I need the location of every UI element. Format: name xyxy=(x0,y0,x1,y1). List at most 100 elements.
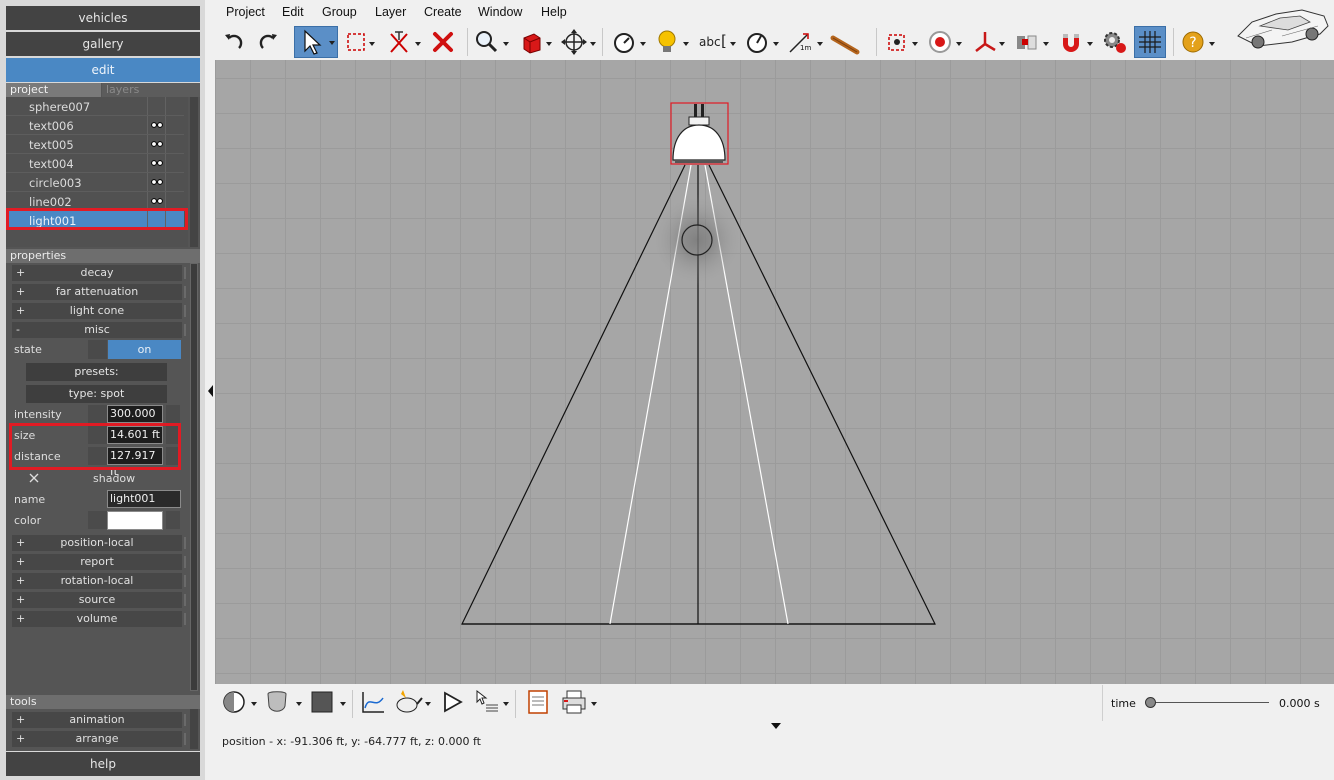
time-slider-track[interactable] xyxy=(1151,702,1269,703)
settings-button[interactable] xyxy=(1099,26,1131,58)
color-swatch[interactable] xyxy=(107,511,163,530)
group-label: report xyxy=(80,555,114,568)
group-far-attenuation-row[interactable]: + far attenuation xyxy=(12,284,186,300)
grid-toggle-button[interactable] xyxy=(1134,26,1166,58)
tab-layers[interactable]: layers xyxy=(102,83,200,97)
menu-project[interactable]: Project xyxy=(226,5,265,19)
shading-button[interactable] xyxy=(218,686,257,718)
group-edge xyxy=(184,286,186,298)
properties-scroll-thumb[interactable] xyxy=(190,263,198,691)
zoom-button[interactable] xyxy=(471,26,509,58)
group-position-local-row[interactable]: + position-local xyxy=(12,535,186,551)
magnet-button[interactable] xyxy=(1055,26,1093,58)
position-status: position - x: -91.306 ft, y: -64.777 ft,… xyxy=(222,735,481,748)
graph-button[interactable] xyxy=(357,686,389,718)
lock-toggle[interactable] xyxy=(165,173,184,191)
edit-button[interactable]: edit xyxy=(6,58,200,82)
time-slider-thumb[interactable] xyxy=(1145,697,1156,708)
visibility-toggle[interactable] xyxy=(147,97,165,115)
snap-button[interactable] xyxy=(924,26,962,58)
list-item[interactable]: sphere007 xyxy=(6,97,184,116)
split-tool-button[interactable] xyxy=(385,26,421,58)
presentation-button[interactable] xyxy=(472,686,509,718)
intensity-stepper[interactable] xyxy=(166,405,180,423)
mirror-button[interactable] xyxy=(1011,26,1049,58)
expand-plus-icon: + xyxy=(16,593,26,606)
lock-toggle[interactable] xyxy=(165,154,184,172)
angle-button[interactable] xyxy=(741,26,779,58)
menu-edit[interactable]: Edit xyxy=(282,5,304,19)
tools-scrollbar[interactable] xyxy=(190,709,198,749)
group-decay-row[interactable]: + decay xyxy=(12,265,186,281)
play-button[interactable] xyxy=(437,686,469,718)
group-report-row[interactable]: + report xyxy=(12,554,186,570)
fill-color-button[interactable] xyxy=(307,686,346,718)
select-tool-button[interactable] xyxy=(294,26,338,58)
group-arrange-tool-row[interactable]: + arrange xyxy=(12,731,186,747)
group-animation-tool-row[interactable]: + animation xyxy=(12,712,186,728)
presets-button[interactable]: presets: xyxy=(26,363,167,381)
group-light-cone-row[interactable]: + light cone xyxy=(12,303,186,319)
object-list-scrollbar[interactable] xyxy=(190,97,198,247)
intensity-field[interactable]: 300.000 % xyxy=(107,405,163,436)
ruler-button[interactable] xyxy=(827,26,867,58)
visibility-toggle[interactable] xyxy=(147,154,165,172)
undo-button[interactable] xyxy=(217,26,249,58)
visibility-toggle[interactable] xyxy=(147,173,165,191)
list-item[interactable]: text006 xyxy=(6,116,184,135)
light-target-circle[interactable] xyxy=(681,224,713,256)
scene-canvas xyxy=(461,102,936,625)
group-misc-row[interactable]: - misc xyxy=(12,322,186,338)
menu-create[interactable]: Create xyxy=(424,5,462,19)
light-button[interactable] xyxy=(651,26,689,58)
menu-window[interactable]: Window xyxy=(478,5,522,19)
shield-shape-icon xyxy=(267,691,287,712)
menu-help[interactable]: Help xyxy=(541,5,567,19)
group-volume-row[interactable]: + volume xyxy=(12,611,186,627)
panel-collapse-strip[interactable] xyxy=(205,60,215,684)
name-field[interactable]: light001 xyxy=(107,490,181,508)
lock-toggle[interactable] xyxy=(165,116,184,134)
group-label: arrange xyxy=(75,732,119,745)
color-stepper[interactable] xyxy=(166,511,180,529)
report-button[interactable] xyxy=(522,686,554,718)
drawing-viewport[interactable] xyxy=(215,60,1334,684)
group-rotation-local-row[interactable]: + rotation-local xyxy=(12,573,186,589)
group-source-row[interactable]: + source xyxy=(12,592,186,608)
type-select[interactable]: type: spot xyxy=(26,385,167,403)
lock-toggle[interactable] xyxy=(165,97,184,115)
redo-button[interactable] xyxy=(253,26,285,58)
menu-layer[interactable]: Layer xyxy=(375,5,406,19)
spot-lamp-icon[interactable] xyxy=(670,102,729,165)
visibility-toggle[interactable] xyxy=(147,135,165,153)
visibility-toggle[interactable] xyxy=(147,116,165,134)
text-button[interactable]: abc [ xyxy=(697,26,736,58)
state-on-button[interactable]: on xyxy=(108,340,181,359)
material-button[interactable] xyxy=(261,686,302,718)
shadow-checkbox[interactable] xyxy=(26,470,42,486)
lightbulb-icon xyxy=(658,30,676,52)
list-item[interactable]: text005 xyxy=(6,135,184,154)
create-solid-button[interactable] xyxy=(516,26,552,58)
axis-button[interactable] xyxy=(969,26,1005,58)
rectangle-select-button[interactable] xyxy=(343,26,375,58)
print-button[interactable] xyxy=(558,686,597,718)
gallery-button[interactable]: gallery xyxy=(6,32,200,56)
selected-item-highlight xyxy=(6,208,188,230)
vehicles-button[interactable]: vehicles xyxy=(6,6,200,30)
list-item[interactable]: circle003 xyxy=(6,173,184,192)
delete-button[interactable] xyxy=(427,26,459,58)
expand-down-icon[interactable] xyxy=(770,722,782,730)
render-button[interactable] xyxy=(392,686,431,718)
measure-button[interactable]: 1m xyxy=(785,26,823,58)
lock-toggle[interactable] xyxy=(165,135,184,153)
list-item[interactable]: text004 xyxy=(6,154,184,173)
point-button[interactable] xyxy=(882,26,918,58)
tab-project[interactable]: project xyxy=(6,83,101,97)
help-icon-button[interactable]: ? xyxy=(1178,26,1215,58)
move-button[interactable] xyxy=(558,26,596,58)
state-toggle-box[interactable] xyxy=(88,340,107,359)
dimension-button[interactable] xyxy=(608,26,646,58)
help-button[interactable]: help xyxy=(6,752,200,776)
menu-group[interactable]: Group xyxy=(322,5,357,19)
